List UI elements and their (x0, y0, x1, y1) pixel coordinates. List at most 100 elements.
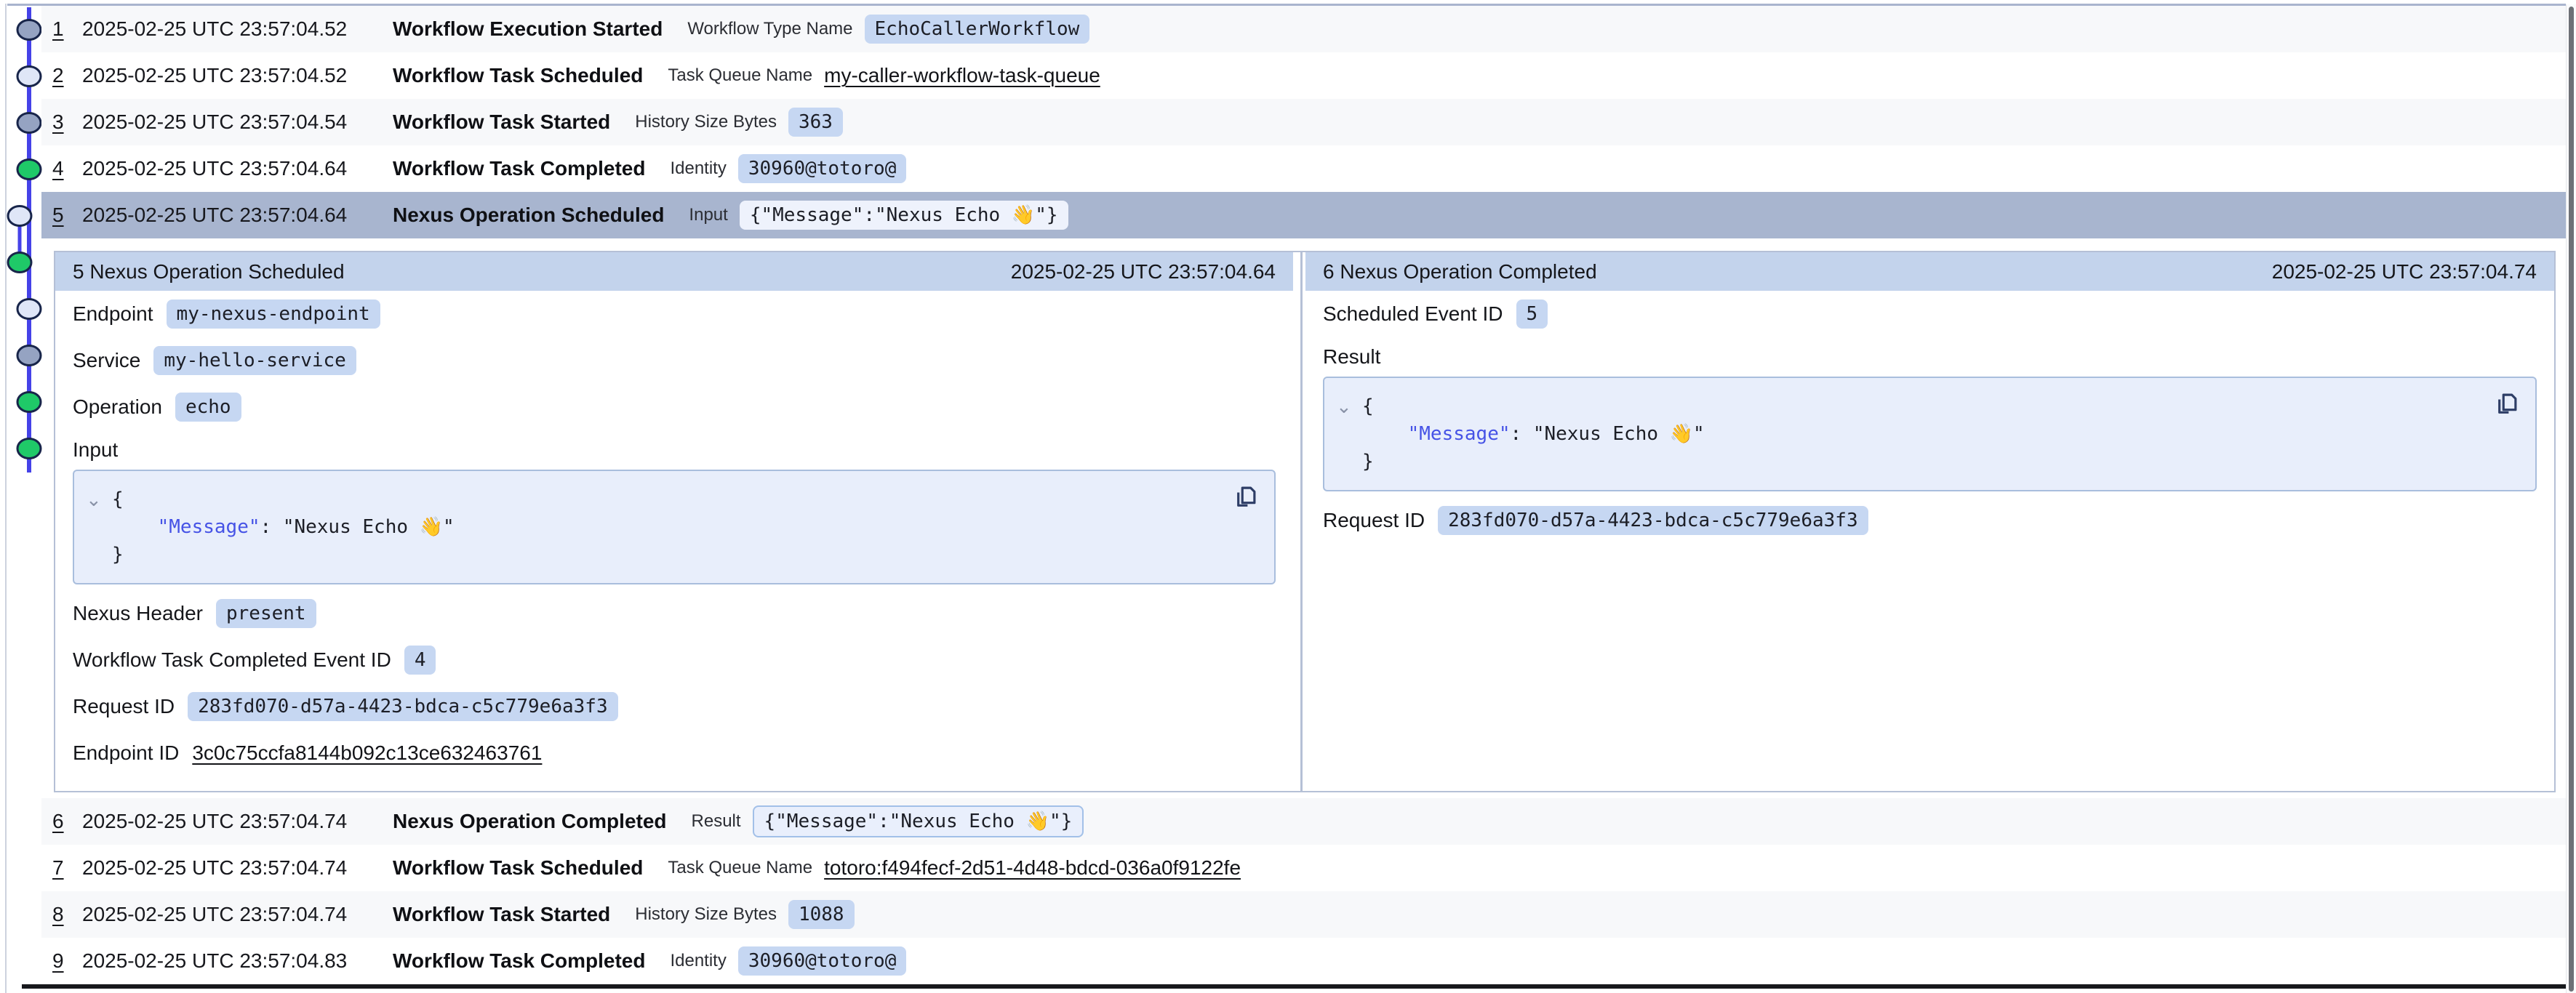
json-code-block: ⌄ { "Message": "Nexus Echo 👋" } (1323, 377, 2537, 491)
event-timestamp: 2025-02-25 UTC 23:57:04.52 (82, 64, 393, 87)
timeline-dot-8-started[interactable] (17, 346, 41, 366)
code-line: { (112, 486, 1257, 513)
timeline-dot-2-scheduled[interactable] (17, 67, 41, 87)
code-line: "Message": "Nexus Echo 👋" (112, 513, 1257, 541)
event-id-link[interactable]: 9 (52, 949, 82, 973)
event-name: Workflow Execution Started (393, 17, 663, 41)
detail-field: Nexus Header present (73, 590, 1276, 637)
event-row-2[interactable]: 2 2025-02-25 UTC 23:57:04.52 Workflow Ta… (41, 52, 2567, 99)
workflow-history-view: 1 2025-02-25 UTC 23:57:04.52 Workflow Ex… (0, 0, 2576, 993)
timeline-dot-10-completed[interactable] (17, 439, 41, 459)
event-id-link[interactable]: 4 (52, 157, 82, 180)
panel-timestamp: 2025-02-25 UTC 23:57:04.64 (1011, 260, 1276, 284)
copy-icon[interactable] (1232, 483, 1260, 510)
code-line: } (1362, 448, 2518, 475)
event-detail-panel-body: Scheduled Event ID 5 Result ⌄ { "Message… (1305, 291, 2554, 544)
event-name: Workflow Task Scheduled (393, 856, 643, 880)
event-detail-panel-header[interactable]: 6 Nexus Operation Completed 2025-02-25 U… (1305, 252, 2554, 291)
event-attribute-value[interactable]: totoro:f494fecf-2d51-4d48-bdcd-036a0f912… (824, 856, 1241, 880)
detail-field: Service my-hello-service (73, 337, 1276, 384)
collapse-chevron-icon[interactable]: ⌄ (1336, 397, 1352, 416)
event-row-1[interactable]: 1 2025-02-25 UTC 23:57:04.52 Workflow Ex… (41, 6, 2567, 52)
detail-field-label: Endpoint (73, 302, 153, 326)
event-name: Workflow Task Started (393, 110, 610, 134)
detail-field: Endpoint my-nexus-endpoint (73, 291, 1276, 337)
event-attribute-label: Identity (670, 951, 726, 971)
event-rows-top: 1 2025-02-25 UTC 23:57:04.52 Workflow Ex… (41, 6, 2567, 238)
timeline-dot-5-scheduled[interactable] (8, 206, 31, 226)
detail-field-label: Nexus Header (73, 602, 203, 625)
next-row-edge (22, 984, 2566, 989)
event-id-link[interactable]: 3 (52, 110, 82, 134)
event-row-3[interactable]: 3 2025-02-25 UTC 23:57:04.54 Workflow Ta… (41, 99, 2567, 145)
event-detail-panel-6: 6 Nexus Operation Completed 2025-02-25 U… (1303, 252, 2554, 791)
collapse-chevron-icon[interactable]: ⌄ (86, 490, 102, 509)
event-row-4[interactable]: 4 2025-02-25 UTC 23:57:04.64 Workflow Ta… (41, 145, 2567, 192)
timeline-dot-4-completed[interactable] (17, 160, 41, 180)
event-name: Workflow Task Scheduled (393, 64, 643, 87)
event-name: Workflow Task Completed (393, 157, 645, 180)
detail-field-label: Scheduled Event ID (1323, 302, 1503, 326)
event-timestamp: 2025-02-25 UTC 23:57:04.64 (82, 204, 393, 227)
detail-field-label: Input (73, 430, 1276, 470)
event-id-link[interactable]: 8 (52, 903, 82, 926)
event-row-9[interactable]: 9 2025-02-25 UTC 23:57:04.83 Workflow Ta… (41, 938, 2567, 984)
event-id-link[interactable]: 5 (52, 204, 82, 227)
event-timestamp: 2025-02-25 UTC 23:57:04.54 (82, 110, 393, 134)
vertical-scrollbar-thumb[interactable] (2569, 7, 2574, 992)
code-line: } (112, 541, 1257, 568)
event-id-link[interactable]: 1 (52, 17, 82, 41)
panel-timestamp: 2025-02-25 UTC 23:57:04.74 (2272, 260, 2537, 284)
json-key: "Message" (1408, 423, 1511, 445)
event-attribute-label: History Size Bytes (635, 112, 777, 132)
event-attribute-value[interactable]: my-caller-workflow-task-queue (824, 64, 1100, 87)
event-detail-panel-body: Endpoint my-nexus-endpoint Service my-he… (55, 291, 1293, 776)
event-row-5[interactable]: 5 2025-02-25 UTC 23:57:04.64 Nexus Opera… (41, 192, 2567, 238)
event-id-link[interactable]: 6 (52, 810, 82, 833)
event-attribute-value: 30960@totoro@ (738, 946, 907, 976)
event-timestamp: 2025-02-25 UTC 23:57:04.83 (82, 949, 393, 973)
detail-field-value: 283fd070-d57a-4423-bdca-c5c779e6a3f3 (1438, 506, 1868, 535)
event-attribute-label: History Size Bytes (635, 904, 777, 925)
event-attribute-label: Workflow Type Name (687, 19, 852, 39)
event-id-link[interactable]: 2 (52, 64, 82, 87)
detail-field-value: 283fd070-d57a-4423-bdca-c5c779e6a3f3 (188, 692, 618, 721)
event-detail-panel-header[interactable]: 5 Nexus Operation Scheduled 2025-02-25 U… (55, 252, 1293, 291)
timeline-dot-3-started[interactable] (17, 113, 41, 133)
timeline-dot-1-started[interactable] (17, 20, 41, 40)
detail-field-label: Result (1323, 337, 2537, 377)
json-key: "Message" (158, 516, 260, 538)
vertical-scrollbar[interactable] (2566, 4, 2576, 993)
detail-field-label: Operation (73, 395, 162, 419)
event-id-link[interactable]: 7 (52, 856, 82, 880)
detail-field: Workflow Task Completed Event ID 4 (73, 637, 1276, 683)
event-timestamp: 2025-02-25 UTC 23:57:04.64 (82, 157, 393, 180)
detail-field-label: Service (73, 349, 140, 372)
timeline-dot-6-completed[interactable] (8, 253, 31, 273)
event-row-7[interactable]: 7 2025-02-25 UTC 23:57:04.74 Workflow Ta… (41, 845, 2567, 891)
detail-code-field: Result ⌄ { "Message": "Nexus Echo 👋" } (1323, 337, 2537, 491)
detail-field-value: 5 (1516, 299, 1548, 329)
event-timestamp: 2025-02-25 UTC 23:57:04.74 (82, 810, 393, 833)
event-attribute-label: Input (689, 205, 727, 225)
detail-field-label: Workflow Task Completed Event ID (73, 648, 391, 672)
event-attribute-label: Result (692, 811, 741, 832)
detail-field-value: echo (175, 393, 241, 422)
detail-field-value[interactable]: 3c0c75ccfa8144b092c13ce632463761 (192, 741, 542, 765)
detail-field-value: present (216, 599, 316, 628)
event-row-8[interactable]: 8 2025-02-25 UTC 23:57:04.74 Workflow Ta… (41, 891, 2567, 938)
copy-icon (2493, 390, 2521, 417)
detail-field: Endpoint ID 3c0c75ccfa8144b092c13ce63246… (73, 730, 1276, 776)
event-timestamp: 2025-02-25 UTC 23:57:04.74 (82, 903, 393, 926)
event-attribute-value: 1088 (788, 900, 855, 929)
event-name: Nexus Operation Completed (393, 810, 667, 833)
panel-title: 5 Nexus Operation Scheduled (73, 260, 345, 284)
code-line: "Message": "Nexus Echo 👋" (1362, 420, 2518, 448)
detail-field-label: Endpoint ID (73, 741, 179, 765)
event-row-6[interactable]: 6 2025-02-25 UTC 23:57:04.74 Nexus Opera… (41, 798, 2567, 845)
event-attribute-value: {"Message":"Nexus Echo 👋"} (740, 201, 1068, 230)
event-name: Workflow Task Completed (393, 949, 645, 973)
copy-icon[interactable] (2493, 390, 2521, 417)
timeline-dot-9-completed[interactable] (17, 393, 41, 412)
timeline-dot-7-scheduled[interactable] (17, 299, 41, 319)
